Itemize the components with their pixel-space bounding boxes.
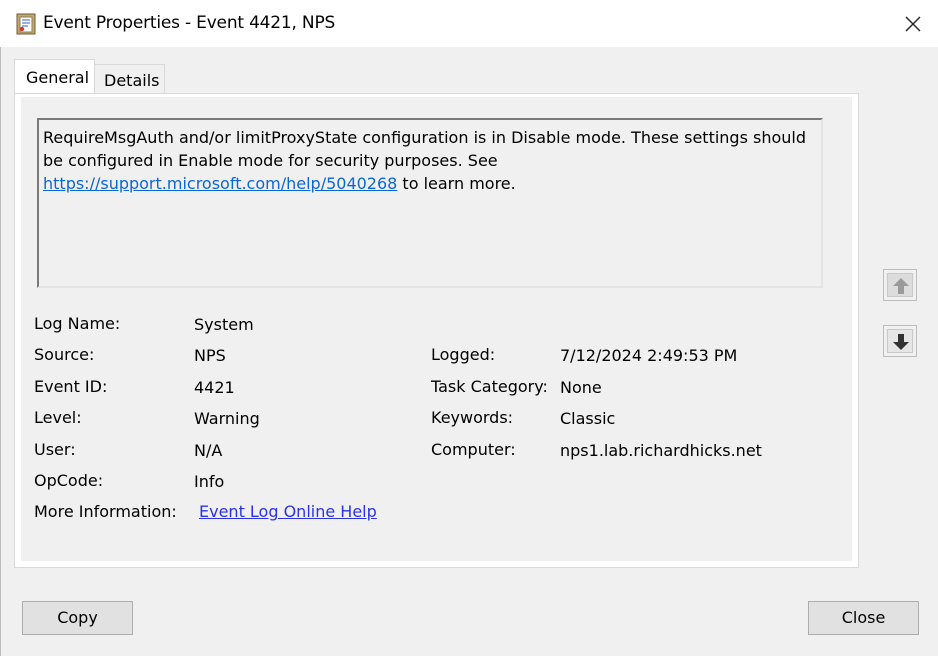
event-id-label: Event ID: xyxy=(34,377,108,396)
event-viewer-icon xyxy=(16,13,36,35)
opcode-value: Info xyxy=(194,472,225,491)
user-label: User: xyxy=(34,440,76,459)
next-event-button[interactable] xyxy=(883,325,917,357)
log-name-value: System xyxy=(194,315,254,334)
previous-event-button[interactable] xyxy=(883,269,917,301)
more-information-label: More Information: xyxy=(34,502,177,521)
computer-value: nps1.lab.richardhicks.net xyxy=(560,441,762,460)
computer-label: Computer: xyxy=(431,440,516,459)
up-arrow-icon xyxy=(893,278,909,294)
keywords-value: Classic xyxy=(560,409,616,428)
task-category-label: Task Category: xyxy=(431,377,548,396)
log-name-label: Log Name: xyxy=(34,314,121,333)
close-button[interactable]: Close xyxy=(808,601,919,635)
keywords-label: Keywords: xyxy=(431,408,514,427)
close-window-icon[interactable] xyxy=(901,12,925,36)
window-title: Event Properties - Event 4421, NPS xyxy=(43,13,336,33)
source-label: Source: xyxy=(34,345,95,364)
window-border xyxy=(0,47,1,656)
title-bar: Event Properties - Event 4421, NPS xyxy=(0,0,938,47)
copy-button[interactable]: Copy xyxy=(22,601,133,635)
task-category-value: None xyxy=(560,378,602,397)
description-text: RequireMsgAuth and/or limitProxyState co… xyxy=(43,128,807,170)
tab-details-label: Details xyxy=(104,71,160,90)
general-tab-panel: RequireMsgAuth and/or limitProxyState co… xyxy=(14,93,859,568)
level-value: Warning xyxy=(194,409,260,428)
opcode-label: OpCode: xyxy=(34,471,104,490)
tab-general-label: General xyxy=(26,68,90,87)
logged-label: Logged: xyxy=(431,345,496,364)
event-log-online-help-link[interactable]: Event Log Online Help xyxy=(199,502,377,521)
description-text-after: to learn more. xyxy=(397,174,516,193)
event-description[interactable]: RequireMsgAuth and/or limitProxyState co… xyxy=(37,118,823,288)
general-panel-content: RequireMsgAuth and/or limitProxyState co… xyxy=(21,97,852,561)
source-value: NPS xyxy=(194,346,226,365)
down-arrow-icon xyxy=(893,334,909,350)
logged-value: 7/12/2024 2:49:53 PM xyxy=(560,346,738,365)
tab-general[interactable]: General xyxy=(14,59,95,94)
user-value: N/A xyxy=(194,441,223,460)
level-label: Level: xyxy=(34,408,82,427)
tab-details[interactable]: Details xyxy=(95,64,165,94)
description-link[interactable]: https://support.microsoft.com/help/50402… xyxy=(43,174,397,193)
event-id-value: 4421 xyxy=(194,378,235,397)
